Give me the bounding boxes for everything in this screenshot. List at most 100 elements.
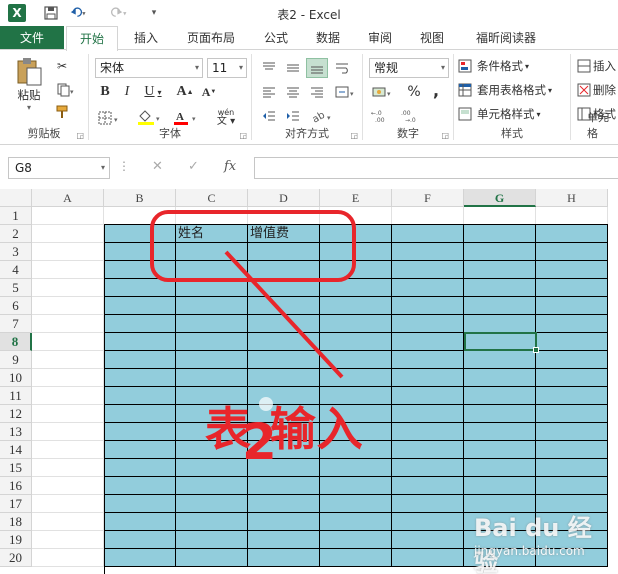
- select-all-corner[interactable]: [0, 189, 32, 207]
- cell-g7[interactable]: [464, 315, 536, 333]
- cell-h9[interactable]: [536, 351, 608, 369]
- cell-g5[interactable]: [464, 279, 536, 297]
- cancel-icon[interactable]: ✕: [152, 159, 163, 174]
- tab-foxit-reader[interactable]: 福昕阅读器: [466, 26, 546, 50]
- row-header-7[interactable]: 7: [0, 315, 32, 333]
- cell-b20[interactable]: [104, 549, 176, 567]
- cell-c15[interactable]: [176, 459, 248, 477]
- font-size-dropdown[interactable]: 11 ▾: [207, 58, 247, 78]
- cell-d9[interactable]: [248, 351, 320, 369]
- cell-e19[interactable]: [320, 531, 392, 549]
- cell-g3[interactable]: [464, 243, 536, 261]
- row-header-9[interactable]: 9: [0, 351, 32, 369]
- tab-view[interactable]: 视图: [410, 26, 454, 50]
- cell-d19[interactable]: [248, 531, 320, 549]
- cell-a15[interactable]: [32, 459, 104, 477]
- cell-h8[interactable]: [536, 333, 608, 351]
- cell-e18[interactable]: [320, 513, 392, 531]
- row-header-19[interactable]: 19: [0, 531, 32, 549]
- cell-b18[interactable]: [104, 513, 176, 531]
- cell-g11[interactable]: [464, 387, 536, 405]
- row-header-17[interactable]: 17: [0, 495, 32, 513]
- cut-icon[interactable]: ✂: [52, 56, 72, 76]
- cell-f14[interactable]: [392, 441, 464, 459]
- formula-input[interactable]: [254, 157, 618, 179]
- cell-c7[interactable]: [176, 315, 248, 333]
- cell-b7[interactable]: [104, 315, 176, 333]
- decrease-decimal-icon[interactable]: .00 →.0: [399, 106, 425, 126]
- cell-a4[interactable]: [32, 261, 104, 279]
- cell-d20[interactable]: [248, 549, 320, 567]
- cell-c19[interactable]: [176, 531, 248, 549]
- cell-e4[interactable]: [320, 261, 392, 279]
- cell-h14[interactable]: [536, 441, 608, 459]
- row-header-2[interactable]: 2: [0, 225, 32, 243]
- alignment-launcher-icon[interactable]: ◲: [350, 131, 358, 140]
- align-left-icon[interactable]: [258, 82, 280, 102]
- cell-a9[interactable]: [32, 351, 104, 369]
- row-header-8[interactable]: 8: [0, 333, 32, 351]
- row-header-4[interactable]: 4: [0, 261, 32, 279]
- increase-indent-icon[interactable]: [282, 106, 304, 126]
- cell-a6[interactable]: [32, 297, 104, 315]
- cell-f16[interactable]: [392, 477, 464, 495]
- cell-h3[interactable]: [536, 243, 608, 261]
- bold-button[interactable]: B: [95, 82, 115, 102]
- cell-b14[interactable]: [104, 441, 176, 459]
- cell-h5[interactable]: [536, 279, 608, 297]
- cell-h15[interactable]: [536, 459, 608, 477]
- cell-a13[interactable]: [32, 423, 104, 441]
- cell-h2[interactable]: [536, 225, 608, 243]
- cell-b5[interactable]: [104, 279, 176, 297]
- cell-c8[interactable]: [176, 333, 248, 351]
- cell-b8[interactable]: [104, 333, 176, 351]
- cell-a11[interactable]: [32, 387, 104, 405]
- cell-e15[interactable]: [320, 459, 392, 477]
- cell-h1[interactable]: [536, 207, 608, 225]
- cell-f4[interactable]: [392, 261, 464, 279]
- cell-styles-button[interactable]: 单元格样式 ▾: [458, 104, 568, 124]
- cell-a20[interactable]: [32, 549, 104, 567]
- cell-h13[interactable]: [536, 423, 608, 441]
- row-header-13[interactable]: 13: [0, 423, 32, 441]
- cell-f7[interactable]: [392, 315, 464, 333]
- cell-a3[interactable]: [32, 243, 104, 261]
- top-align-icon[interactable]: [258, 58, 280, 78]
- customize-quick-access-icon[interactable]: ▾: [145, 4, 163, 22]
- cell-a12[interactable]: [32, 405, 104, 423]
- cell-f20[interactable]: [392, 549, 464, 567]
- cell-a14[interactable]: [32, 441, 104, 459]
- cell-a2[interactable]: [32, 225, 104, 243]
- cell-f18[interactable]: [392, 513, 464, 531]
- accounting-format-icon[interactable]: ▾: [369, 82, 397, 102]
- cell-a7[interactable]: [32, 315, 104, 333]
- insert-function-icon[interactable]: fx: [224, 159, 236, 174]
- cell-c16[interactable]: [176, 477, 248, 495]
- cell-f17[interactable]: [392, 495, 464, 513]
- comma-style-button[interactable]: ,: [427, 80, 445, 100]
- tab-review[interactable]: 审阅: [358, 26, 402, 50]
- cell-f5[interactable]: [392, 279, 464, 297]
- format-as-table-button[interactable]: 套用表格格式 ▾: [458, 80, 570, 100]
- cell-f11[interactable]: [392, 387, 464, 405]
- align-center-icon[interactable]: [282, 82, 304, 102]
- cell-c6[interactable]: [176, 297, 248, 315]
- cell-b3[interactable]: [104, 243, 176, 261]
- cell-b1[interactable]: [104, 207, 176, 225]
- cell-e5[interactable]: [320, 279, 392, 297]
- save-icon[interactable]: [42, 4, 60, 22]
- enter-icon[interactable]: ✓: [188, 159, 199, 174]
- formula-bar-grip-icon[interactable]: ⋮: [118, 159, 130, 173]
- cell-f13[interactable]: [392, 423, 464, 441]
- cell-e2[interactable]: [320, 225, 392, 243]
- cell-d17[interactable]: [248, 495, 320, 513]
- font-launcher-icon[interactable]: ◲: [239, 131, 247, 140]
- undo-icon[interactable]: ▾: [70, 4, 88, 22]
- cell-f3[interactable]: [392, 243, 464, 261]
- cell-f12[interactable]: [392, 405, 464, 423]
- cell-d3[interactable]: [248, 243, 320, 261]
- cell-e1[interactable]: [320, 207, 392, 225]
- column-header-f[interactable]: F: [392, 189, 464, 207]
- tab-formulas[interactable]: 公式: [254, 26, 298, 50]
- cell-b6[interactable]: [104, 297, 176, 315]
